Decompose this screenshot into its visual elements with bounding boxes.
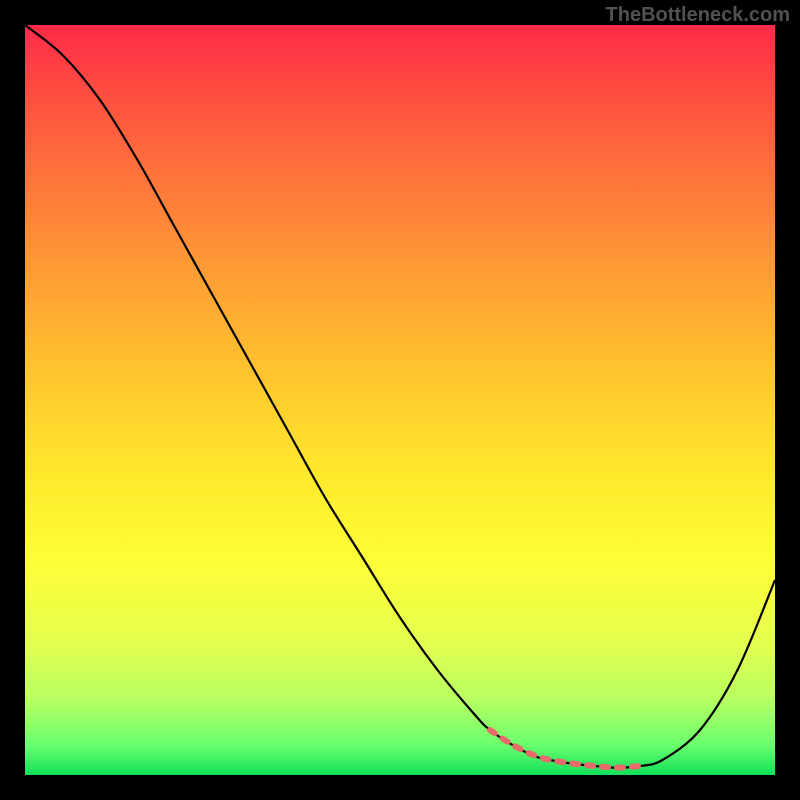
watermark-text: TheBottleneck.com bbox=[606, 4, 790, 27]
chart-flat-segment-highlight bbox=[490, 730, 640, 768]
chart-line-series bbox=[25, 25, 775, 768]
chart-plot-area bbox=[25, 25, 775, 775]
chart-curve-layer bbox=[25, 25, 775, 775]
